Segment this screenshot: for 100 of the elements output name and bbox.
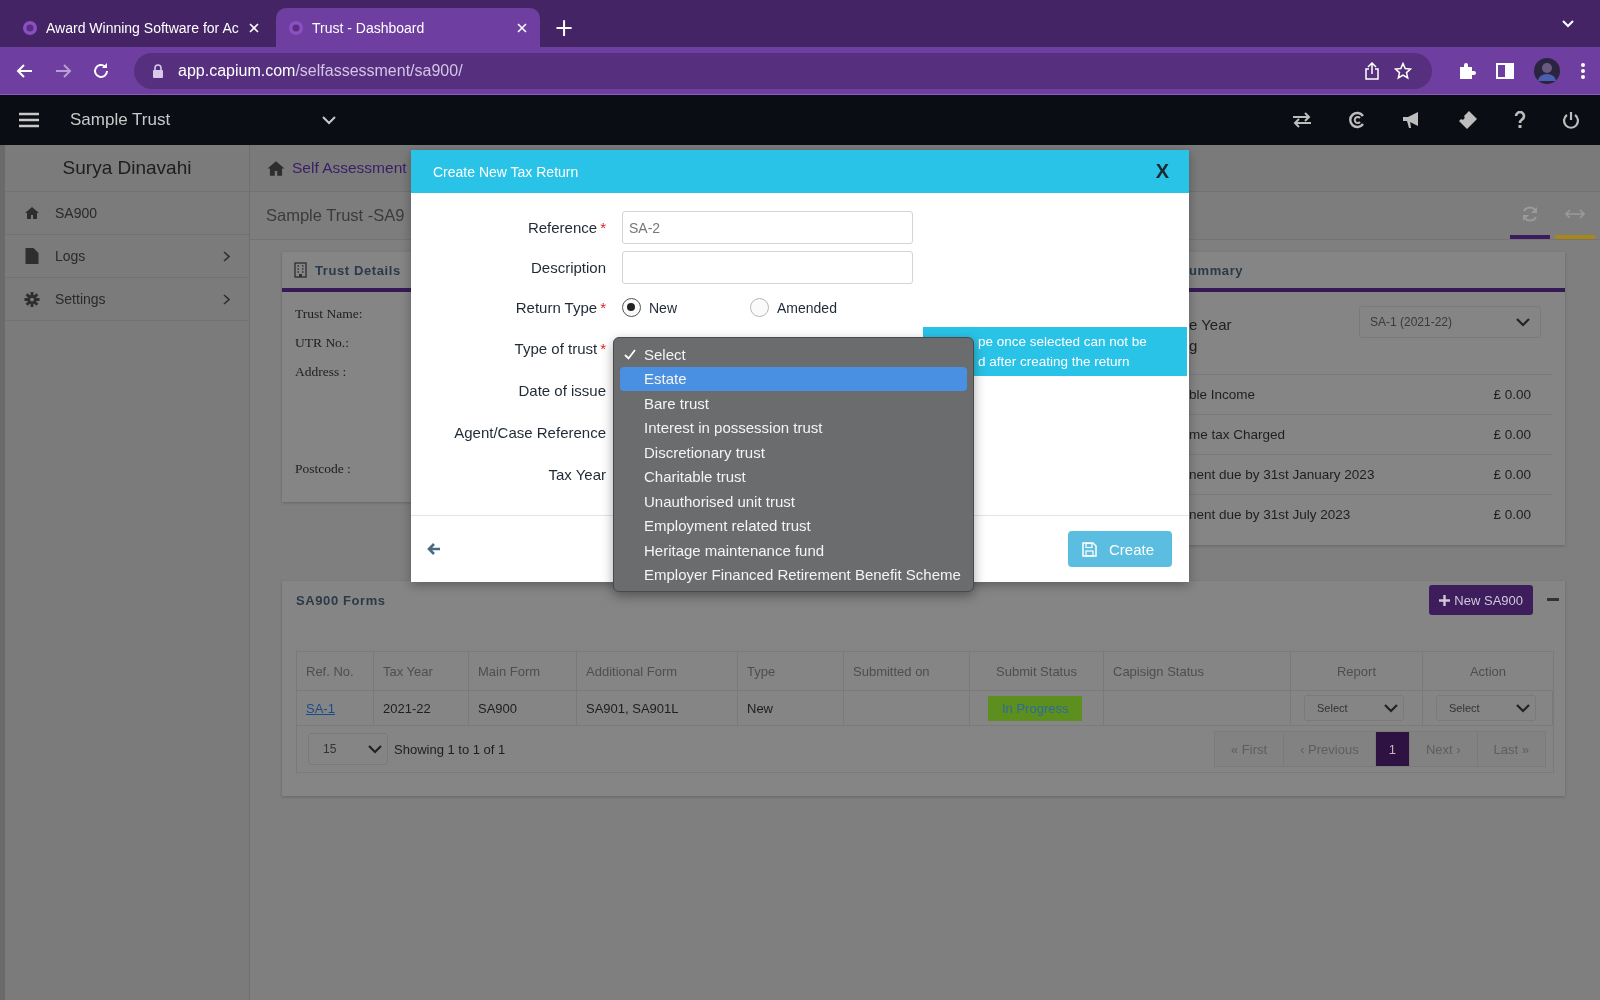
- select-dropdown[interactable]: Select: [1304, 695, 1404, 721]
- dropdown-option[interactable]: Select: [620, 342, 967, 367]
- sidebar-item[interactable]: SA900: [5, 192, 249, 235]
- card-title: ummary: [1189, 262, 1244, 278]
- collapse-icon[interactable]: [1547, 598, 1559, 602]
- new-tab-button[interactable]: +: [544, 8, 585, 47]
- chevron-right-icon: [223, 250, 230, 262]
- dropdown-option[interactable]: Employment related trust: [620, 513, 967, 538]
- more-icon[interactable]: [1580, 61, 1586, 80]
- field-label: Address :: [295, 364, 348, 381]
- ticket-icon[interactable]: [1458, 110, 1478, 130]
- building-icon: [294, 262, 307, 278]
- field-label: Reference *: [526, 219, 606, 236]
- dropdown-option[interactable]: Estate: [620, 366, 967, 391]
- puzzle-icon[interactable]: [1458, 61, 1476, 80]
- close-icon[interactable]: [248, 21, 260, 34]
- pagination-button[interactable]: 1: [1374, 731, 1410, 767]
- summary-value: £ 0.00: [1493, 507, 1531, 522]
- select-dropdown[interactable]: Select: [1436, 695, 1536, 721]
- field-label: Return Type *: [514, 299, 606, 316]
- status-badge: In Progress: [988, 695, 1083, 721]
- reload-icon[interactable]: [92, 61, 110, 80]
- dropdown-option[interactable]: Unauthorised unit trust: [620, 489, 967, 514]
- close-icon[interactable]: [516, 21, 528, 34]
- sidebar-item[interactable]: Settings: [5, 278, 249, 321]
- year-select[interactable]: SA-1 (2021-22): [1359, 306, 1541, 338]
- field-label: g: [1189, 336, 1199, 356]
- dropdown-option[interactable]: Bare trust: [620, 391, 967, 416]
- chevron-down-icon: [368, 744, 382, 754]
- home-icon: [266, 159, 286, 177]
- field-label: e Year: [1189, 315, 1232, 335]
- breadcrumb-link[interactable]: Self Assessment: [292, 159, 407, 177]
- tooltip-text: pe once selected can not be: [978, 332, 1148, 351]
- chevron-down-icon[interactable]: [322, 115, 336, 125]
- dropdown-option[interactable]: Interest in possession trust: [620, 415, 967, 440]
- share-icon[interactable]: [1364, 61, 1380, 80]
- card-title: Trust Details: [315, 262, 401, 278]
- plus-icon: [1439, 594, 1451, 606]
- field-label: Description: [529, 259, 606, 276]
- new-sa900-button[interactable]: New SA900: [1429, 585, 1533, 615]
- table-cell: New: [747, 700, 773, 716]
- field-label: Agent/Case Reference: [453, 424, 606, 441]
- page-size-select[interactable]: 15: [308, 733, 388, 765]
- summary-value: £ 0.00: [1493, 427, 1531, 442]
- user-name: Surya Dinavahi: [5, 145, 249, 192]
- c-logo-icon[interactable]: [1348, 111, 1366, 129]
- table-cell: SA900: [478, 700, 518, 716]
- page-title: Sample Trust -SA9: [266, 206, 405, 225]
- help-icon[interactable]: [1514, 111, 1526, 129]
- chevron-down-icon: [1384, 703, 1398, 713]
- card-title: SA900 Forms: [296, 592, 386, 608]
- radio-option[interactable]: Amended: [750, 298, 878, 317]
- close-button[interactable]: X: [1151, 160, 1173, 183]
- chevron-down-icon: [1516, 317, 1530, 327]
- dropdown-option[interactable]: Employer Financed Retirement Benefit Scheme: [620, 562, 967, 587]
- summary-label: ble Income: [1189, 387, 1256, 402]
- address-bar[interactable]: app.capium.com/selfassessment/sa900/: [134, 52, 1432, 89]
- swap-icon[interactable]: [1292, 112, 1312, 128]
- forward-icon[interactable]: [54, 62, 72, 79]
- input-field[interactable]: [622, 251, 913, 284]
- field-label: Date of issue: [517, 382, 606, 399]
- gear-icon: [24, 291, 40, 307]
- field-label: Trust Name:: [295, 306, 364, 323]
- chevron-right-icon: [223, 293, 230, 305]
- radio-option[interactable]: New: [622, 298, 750, 317]
- sidebar-icon[interactable]: [1496, 62, 1514, 79]
- sidebar-item[interactable]: Logs: [5, 235, 249, 278]
- back-icon[interactable]: [427, 543, 441, 555]
- chevron-down-icon: [1516, 703, 1530, 713]
- lock-icon: [152, 63, 164, 78]
- summary-label: nent due by 31st January 2023: [1189, 467, 1375, 482]
- logo-icon: [22, 19, 38, 36]
- input-field[interactable]: SA-2: [622, 211, 913, 244]
- modal-title: Create New Tax Return: [433, 163, 579, 180]
- browser-tab[interactable]: Trust - Dashboard: [276, 8, 540, 47]
- power-icon[interactable]: [1562, 111, 1580, 129]
- summary-value: £ 0.00: [1493, 467, 1531, 482]
- summary-value: £ 0.00: [1493, 387, 1531, 402]
- field-label: UTR No.:: [295, 335, 350, 352]
- table-cell: 2021-22: [383, 700, 431, 716]
- tooltip-text: d after creating the return: [978, 352, 1131, 371]
- file-icon: [24, 248, 40, 264]
- avatar-icon[interactable]: [1534, 57, 1560, 84]
- logo-icon: [288, 19, 304, 36]
- summary-label: me tax Charged: [1189, 427, 1286, 442]
- summary-label: nent due by 31st July 2023: [1189, 507, 1351, 522]
- star-icon[interactable]: [1394, 61, 1412, 80]
- check-icon: [624, 348, 636, 360]
- dropdown-option[interactable]: Discretionary trust: [620, 440, 967, 465]
- field-label: Postcode :: [295, 461, 352, 478]
- table-cell: SA901, SA901L: [586, 700, 679, 716]
- dropdown-option[interactable]: Charitable trust: [620, 464, 967, 489]
- menu-icon[interactable]: [19, 112, 39, 128]
- browser-tab[interactable]: Award Winning Software for Ac: [10, 8, 272, 47]
- save-icon: [1081, 541, 1097, 557]
- client-name[interactable]: Sample Trust: [70, 110, 322, 130]
- results-count: Showing 1 to 1 of 1: [394, 741, 506, 757]
- field-label: Type of trust *: [513, 340, 606, 357]
- dropdown-option[interactable]: Heritage maintenance fund: [620, 538, 967, 563]
- home-icon: [24, 206, 40, 220]
